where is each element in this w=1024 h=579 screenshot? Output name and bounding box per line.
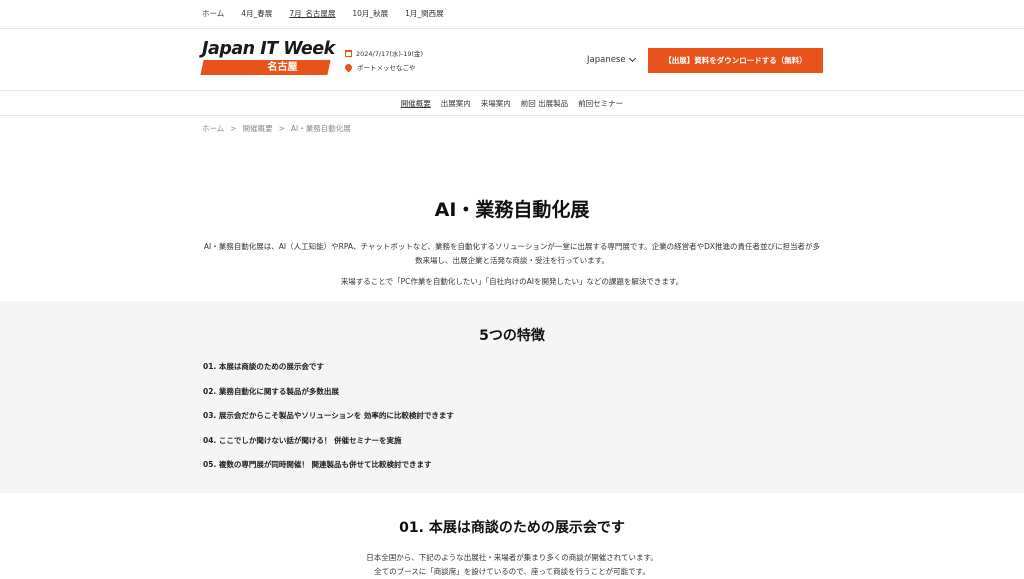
event-venue: ポートメッセなごや xyxy=(357,64,416,72)
breadcrumb-separator: > xyxy=(230,123,237,133)
subnav-visitor-info[interactable]: 来場案内 xyxy=(481,98,511,109)
intro-paragraph-2: 来場することで「PC作業を自動化したい」「自社向けのAIを開発したい」などの課題… xyxy=(340,277,684,286)
logo-sub-banner: 名古屋 xyxy=(200,60,331,75)
feature-detail-line-2: 全てのブースに「商談席」を設けているので、座って商談を行うことが可能です。 xyxy=(374,567,650,576)
download-materials-button[interactable]: 【出展】資料をダウンロードする（無料） xyxy=(648,48,823,73)
top-nav: ホーム 4月_春展 7月_名古屋展 10月_秋展 1月_関西展 xyxy=(0,0,1024,28)
topnav-january-kansai[interactable]: 1月_関西展 xyxy=(405,0,444,28)
page-title: AI・業務自動化展 xyxy=(434,199,590,221)
intro-text: AI・業務自動化展は、AI（人工知能）やRPA、チャットボットなど、業務を自動化… xyxy=(202,240,822,289)
feature-detail-body: 日本全国から、下記のような出展社・来場者が集まり多くの商談が開催されています。 … xyxy=(0,551,1024,579)
feature-detail-title: 01. 本展は商談のための展示会です xyxy=(399,520,625,536)
subnav-previous-products[interactable]: 前回 出展製品 xyxy=(521,98,568,109)
chevron-down-icon xyxy=(628,54,636,63)
sub-nav: 開催概要 出展案内 来場案内 前回 出展製品 前回セミナー xyxy=(0,91,1024,116)
event-date: 2024/7/17(水)-19(金) xyxy=(356,50,424,58)
breadcrumb-current: AI・業務自動化展 xyxy=(290,123,351,133)
subnav-exhibit-info[interactable]: 出展案内 xyxy=(441,98,471,109)
subnav-previous-seminars[interactable]: 前回セミナー xyxy=(578,98,623,109)
language-label: Japanese xyxy=(587,55,626,65)
feature-item-5[interactable]: 05. 複数の専門展が同時開催！ 関連製品も併せて比較検討できます xyxy=(203,459,1024,484)
topnav-april[interactable]: 4月_春展 xyxy=(241,0,272,28)
breadcrumb-home[interactable]: ホーム xyxy=(202,123,224,134)
site-logo[interactable]: Japan IT Week 名古屋 xyxy=(200,39,335,76)
features-section: 5つの特徴 01. 本展は商談のための展示会です 02. 業務自動化に関する製品… xyxy=(0,301,1024,493)
feature-item-1[interactable]: 01. 本展は商談のための展示会です xyxy=(203,361,1024,386)
event-info: 2024/7/17(水)-19(金) ポートメッセなごや xyxy=(343,46,424,74)
feature-item-3[interactable]: 03. 展示会だからこそ製品やソリューションを 効率的に比較検討できます xyxy=(203,410,1024,435)
topnav-july-nagoya[interactable]: 7月_名古屋展 xyxy=(289,0,335,28)
hero-section: AI・業務自動化展 AI・業務自動化展は、AI（人工知能）やRPA、チャットボッ… xyxy=(0,137,1024,289)
breadcrumb-overview[interactable]: 開催概要 xyxy=(243,123,273,134)
logo-sub-text: 名古屋 xyxy=(267,62,298,73)
feature-detail-section: 01. 本展は商談のための展示会です 日本全国から、下記のような出展社・来場者が… xyxy=(0,493,1024,579)
breadcrumb-separator: > xyxy=(278,123,285,133)
feature-item-2[interactable]: 02. 業務自動化に関する製品が多数出展 xyxy=(203,386,1024,411)
logo-text: Japan IT Week xyxy=(202,39,335,59)
feature-detail-line-1: 日本全国から、下記のような出展社・来場者が集まり多くの商談が開催されています。 xyxy=(366,553,658,562)
subnav-overview[interactable]: 開催概要 xyxy=(401,98,431,109)
topnav-home[interactable]: ホーム xyxy=(202,0,224,28)
feature-item-4[interactable]: 04. ここでしか聞けない話が聞ける！ 併催セミナーを実施 xyxy=(203,435,1024,460)
breadcrumb: ホーム > 開催概要 > AI・業務自動化展 xyxy=(0,119,1024,137)
features-title: 5つの特徴 xyxy=(479,328,545,344)
language-selector[interactable]: Japanese xyxy=(587,54,636,65)
features-list: 01. 本展は商談のための展示会です 02. 業務自動化に関する製品が多数出展 … xyxy=(203,361,1024,484)
intro-paragraph-1: AI・業務自動化展は、AI（人工知能）やRPA、チャットボットなど、業務を自動化… xyxy=(203,242,821,265)
topnav-october[interactable]: 10月_秋展 xyxy=(352,0,388,28)
calendar-icon xyxy=(345,49,352,57)
site-header: Japan IT Week 名古屋 2024/7/17(水)-19(金) ポート… xyxy=(0,28,1024,91)
location-pin-icon xyxy=(343,62,354,72)
